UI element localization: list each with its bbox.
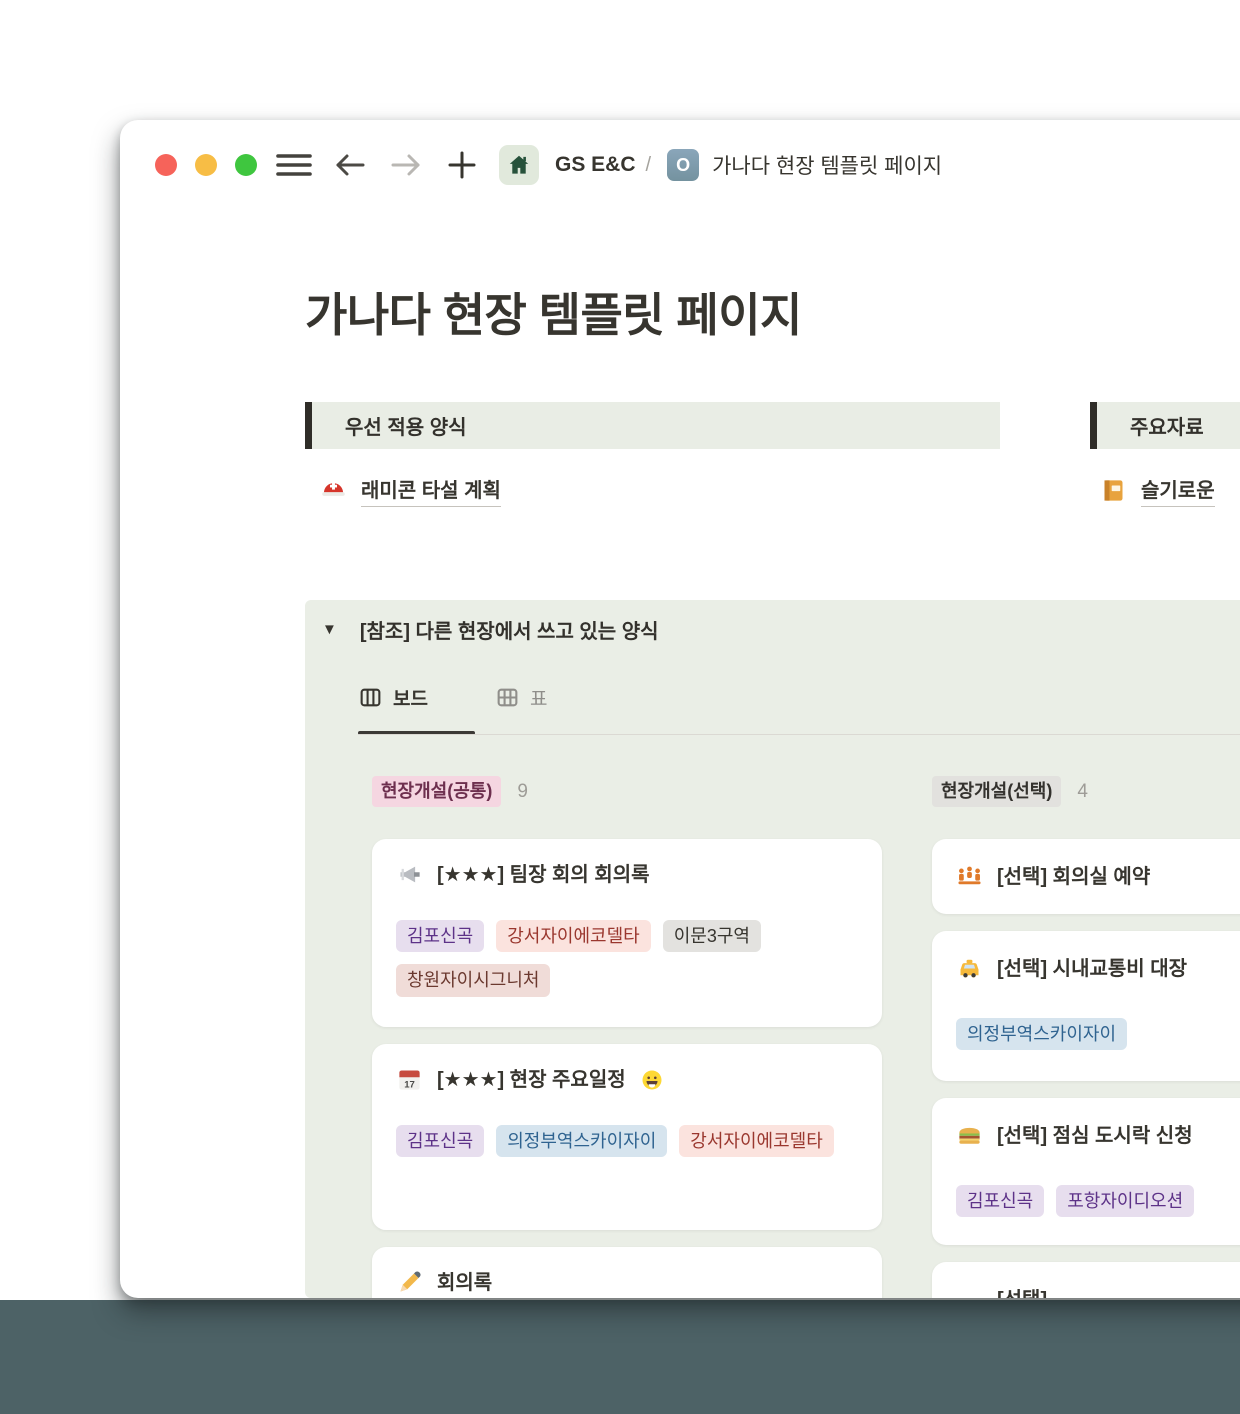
tag-chip: 의정부역스카이자이 xyxy=(496,1125,667,1157)
wise-guide-page-link[interactable]: 슬기로운 xyxy=(1141,474,1215,507)
tag-chip: 김포신곡 xyxy=(396,1125,484,1157)
card-title: [선택] 점심 도시락 신청 xyxy=(997,1123,1193,1149)
remicon-plan-page-link[interactable]: 래미콘 타설 계획 xyxy=(361,474,501,507)
tab-table[interactable]: 표 xyxy=(495,684,547,711)
card-icon-placeholder xyxy=(956,1286,983,1298)
arrow-right-icon xyxy=(390,150,422,180)
card-title: [선택] 회의실 예약 xyxy=(997,864,1150,890)
dark-footer-band xyxy=(0,1300,1240,1414)
card-tags: 김포신곡 의정부역스카이자이 강서자이에코델타 xyxy=(396,1125,858,1157)
card-title: [선택] xyxy=(997,1287,1047,1299)
board-card-clipped[interactable]: [선택] xyxy=(932,1262,1240,1298)
rescue-helmet-icon xyxy=(320,477,347,504)
tag-chip: 창원자이시그니처 xyxy=(396,964,550,996)
priority-forms-heading: 우선 적용 양식 xyxy=(345,411,467,440)
tab-board[interactable]: 보드 xyxy=(358,684,428,711)
breadcrumb-workspace[interactable]: GS E&C xyxy=(555,153,636,177)
tag-chip: 의정부역스카이자이 xyxy=(956,1018,1127,1050)
page-title: 가나다 현장 템플릿 페이지 xyxy=(305,287,802,345)
board-column-optional: 현장개설(선택) 4 [선택] 회의실 예약 xyxy=(932,775,1240,1298)
column-header: 현장개설(선택) 4 xyxy=(932,775,1240,808)
meeting-icon xyxy=(956,863,983,890)
column-header: 현장개설(공통) 9 xyxy=(372,775,882,808)
tag-chip: 포항자이디오션 xyxy=(1056,1185,1194,1217)
column-count: 4 xyxy=(1077,781,1088,803)
forward-button[interactable] xyxy=(389,149,423,181)
tag-chip: 김포신곡 xyxy=(396,920,484,952)
board-column-common: 현장개설(공통) 9 [★★★] 팀장 회의 회의록 김포신곡 강서자이에코델타… xyxy=(372,775,882,1298)
board-card[interactable]: [선택] 점심 도시락 신청 김포신곡 포항자이디오션 xyxy=(932,1098,1240,1245)
card-tags: 의정부역스카이자이 xyxy=(956,1018,1240,1050)
quote-bar xyxy=(305,402,312,449)
close-window-button[interactable] xyxy=(155,154,177,176)
card-title-row: [선택] 회의실 예약 xyxy=(956,863,1240,890)
ledger-icon xyxy=(1100,477,1127,504)
tab-board-label: 보드 xyxy=(393,684,428,711)
tab-divider xyxy=(358,734,1240,735)
writing-hand-icon xyxy=(396,1269,423,1296)
board-card[interactable]: [★★★] 팀장 회의 회의록 김포신곡 강서자이에코델타 이문3구역 창원자이… xyxy=(372,839,882,1027)
board-card-clipped[interactable]: 회의록 xyxy=(372,1247,882,1298)
reference-forms-toggle-block: ▼ [참조] 다른 현장에서 쓰고 있는 양식 보드 표 현장개설(공통) 9 xyxy=(305,600,1240,1298)
arrow-left-icon xyxy=(334,150,366,180)
tag-chip: 강서자이에코델타 xyxy=(679,1125,833,1157)
key-resource-link-row: 슬기로운 xyxy=(1100,472,1215,508)
breadcrumb-separator: / xyxy=(646,154,652,177)
card-title-row: [선택] 점심 도시락 신청 xyxy=(956,1122,1240,1149)
card-title-row: [★★★] 팀장 회의 회의록 xyxy=(396,861,858,888)
column-badge: 현장개설(공통) xyxy=(372,776,501,806)
key-resources-heading: 주요자료 xyxy=(1130,411,1204,440)
card-title: [★★★] 현장 주요일정 xyxy=(437,1067,626,1093)
svg-text:17: 17 xyxy=(404,1079,415,1090)
toggle-label: [참조] 다른 현장에서 쓰고 있는 양식 xyxy=(360,615,659,644)
sidebar-menu-button[interactable] xyxy=(275,150,313,180)
column-count: 9 xyxy=(517,781,528,803)
breadcrumb-page-icon: O xyxy=(667,149,699,181)
table-view-icon xyxy=(495,685,520,710)
sandwich-icon xyxy=(956,1122,983,1149)
card-tags: 김포신곡 포항자이디오션 xyxy=(956,1185,1240,1217)
card-title: [★★★] 팀장 회의 회의록 xyxy=(437,862,650,888)
card-title-row: 17 [★★★] 현장 주요일정 xyxy=(396,1066,858,1093)
card-title: [선택] 시내교통비 대장 xyxy=(997,956,1187,982)
card-title-row: [선택] 시내교통비 대장 xyxy=(956,955,1240,982)
hamburger-icon xyxy=(276,151,312,179)
grinning-face-icon xyxy=(640,1068,664,1092)
plus-icon xyxy=(447,150,477,180)
loudspeaker-icon xyxy=(396,861,423,888)
quote-bar xyxy=(1090,402,1097,449)
new-page-button[interactable] xyxy=(445,149,479,181)
breadcrumb-page-title[interactable]: 가나다 현장 템플릿 페이지 xyxy=(712,150,942,180)
calendar-17-icon: 17 xyxy=(396,1066,423,1093)
card-title: 회의록 xyxy=(437,1270,492,1296)
traffic-lights xyxy=(155,154,257,176)
board-card[interactable]: [선택] 시내교통비 대장 의정부역스카이자이 xyxy=(932,931,1240,1081)
app-window: GS E&C / O 가나다 현장 템플릿 페이지 가나다 현장 템플릿 페이지… xyxy=(120,120,1240,1298)
board-card[interactable]: 17 [★★★] 현장 주요일정 김포신곡 의정부역스카이자이 강서자이에코델타 xyxy=(372,1044,882,1230)
toggle-header[interactable]: ▼ [참조] 다른 현장에서 쓰고 있는 양식 xyxy=(322,615,659,644)
window-toolbar: GS E&C / O 가나다 현장 템플릿 페이지 xyxy=(155,143,942,187)
card-title-row: 회의록 xyxy=(396,1269,858,1296)
board-card[interactable]: [선택] 회의실 예약 xyxy=(932,839,1240,914)
key-resources-callout: 주요자료 xyxy=(1090,402,1240,449)
minimize-window-button[interactable] xyxy=(195,154,217,176)
tag-chip: 강서자이에코델타 xyxy=(496,920,650,952)
tab-table-label: 표 xyxy=(530,684,547,711)
tag-chip: 이문3구역 xyxy=(663,920,761,952)
taxi-icon xyxy=(956,955,983,982)
toggle-open-icon: ▼ xyxy=(322,622,337,637)
home-button[interactable] xyxy=(499,145,539,185)
tag-chip: 김포신곡 xyxy=(956,1185,1044,1217)
priority-forms-callout: 우선 적용 양식 xyxy=(305,402,1000,449)
home-icon xyxy=(506,152,532,178)
column-badge: 현장개설(선택) xyxy=(932,776,1061,806)
card-tags: 김포신곡 강서자이에코델타 이문3구역 창원자이시그니처 xyxy=(396,920,858,997)
board-view-icon xyxy=(358,685,383,710)
zoom-window-button[interactable] xyxy=(235,154,257,176)
back-button[interactable] xyxy=(333,149,367,181)
priority-form-link-row: 래미콘 타설 계획 xyxy=(320,472,501,508)
card-title-row: [선택] xyxy=(956,1286,1240,1298)
